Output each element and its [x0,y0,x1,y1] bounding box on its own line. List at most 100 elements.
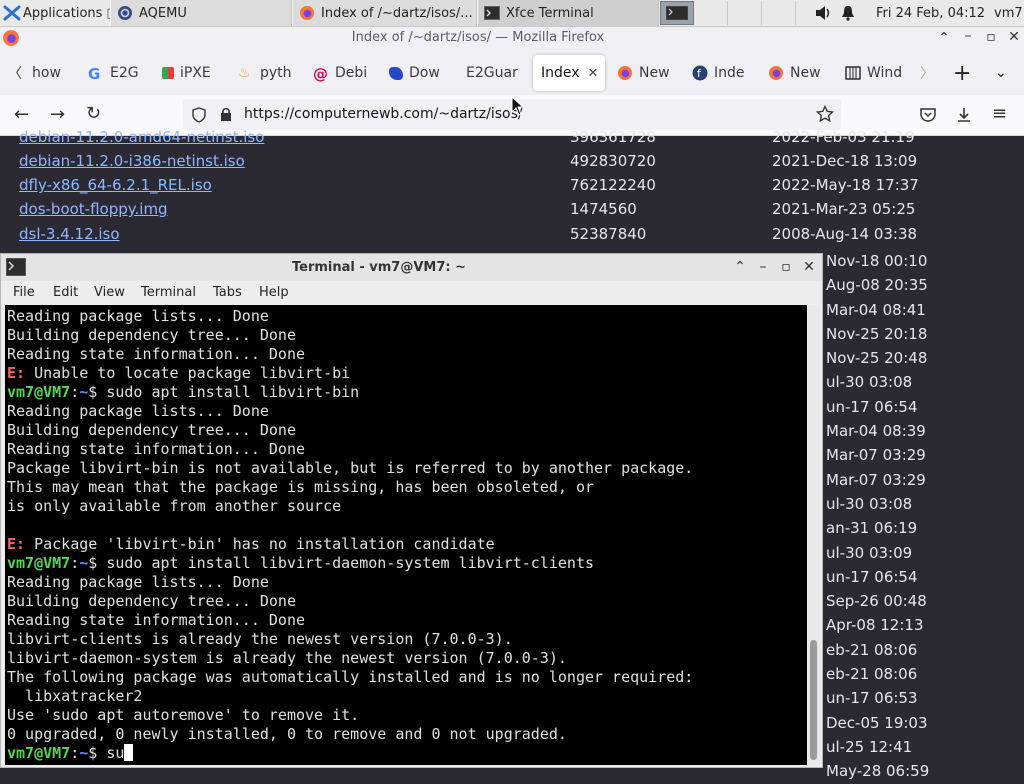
applications-menu[interactable]: Applications ▯ [0,0,110,26]
window-title: Index of /~dartz/isos/ — Mozilla Firefox [351,30,605,45]
file-link[interactable]: dfly-x86_64-6.2.1_REL.iso [19,176,212,194]
command-line: sudo apt install libvirt-daemon-system l… [97,554,595,572]
window-up-icon[interactable]: ⌃ [936,30,952,46]
scroll-tabs-right-icon[interactable]: 〉 [920,55,936,91]
close-button[interactable]: ✕ [801,259,817,275]
scrollbar-thumb[interactable] [810,640,817,760]
tab-close-icon[interactable]: ✕ [588,66,599,81]
output-line: Package libvirt-bin is not available, bu… [7,459,694,477]
file-link[interactable]: dsl-3.4.12.iso [19,225,120,243]
listing-row: dos-boot-floppy.img 1474560 2021-Mar-23 … [0,200,1024,224]
menu-help[interactable]: Help [259,285,289,300]
clock[interactable]: Fri 24 Feb, 04:12 [876,0,986,26]
output-line: libvirt-clients is already the newest ve… [7,630,513,648]
menu-edit[interactable]: Edit [53,285,78,300]
lock-icon[interactable] [219,106,233,122]
listing-row: dsl-3.4.12.iso 52387840 2008-Aug-14 03:3… [0,225,1024,249]
file-size: 1474560 [570,200,637,218]
tab-label: New [790,65,821,81]
debian-icon: @ [313,65,328,83]
fedora-icon: f [692,65,708,81]
file-date: 2022-May-18 17:37 [772,176,919,194]
aqemu-icon [118,6,132,20]
error-prefix: E: [7,535,26,553]
output-line: Building dependency tree... Done [7,421,296,439]
minimize-button[interactable]: – [960,28,976,44]
user-name[interactable]: vm7 [994,0,1024,26]
tab-debian[interactable]: @ Debi [313,55,371,91]
tab-download[interactable]: Dow [389,55,447,91]
volume-icon[interactable] [815,5,833,21]
tab-windows[interactable]: Wind [845,55,903,91]
terminal-titlebar[interactable]: Terminal - vm7@VM7: ~ ⌃ – ▫ ✕ [1,254,822,281]
tab-new-1[interactable]: New [617,55,673,91]
hamburger-menu-icon[interactable]: ≡ [992,103,1007,124]
terminal-scrollbar[interactable] [808,305,820,765]
tab-new-2[interactable]: New [768,55,824,91]
output-line: Reading state information... Done [7,345,306,363]
output-line: Reading state information... Done [7,611,306,629]
shield-icon[interactable] [191,107,207,123]
minimize-button[interactable]: – [755,259,771,275]
back-button[interactable]: ← [14,104,29,125]
workspace-1[interactable] [660,1,694,25]
prompt-user: vm7@VM7 [7,554,71,572]
workspace-3[interactable] [728,1,762,25]
forward-button[interactable]: → [50,104,65,125]
file-link[interactable]: dos-boot-floppy.img [19,200,168,218]
file-link[interactable]: debian-11.2.0-i386-netinst.iso [19,152,245,170]
file-date-fragment: Mar-04 08:41 [826,300,926,319]
tab-index-active[interactable]: Index ✕ [533,55,605,91]
task-xfce-terminal[interactable]: Xfce Terminal [477,0,659,26]
menu-terminal[interactable]: Terminal [141,285,196,300]
task-firefox-index[interactable]: Index of /~dartz/isos/... [292,0,477,26]
output-line: libvirt-daemon-system is already the new… [7,649,567,667]
terminal-title: Terminal - vm7@VM7: ~ [291,260,467,275]
tab-label: Debi [335,65,368,81]
task-label: AQEMU [139,5,187,21]
new-tab-button[interactable]: + [953,55,975,91]
pocket-icon[interactable] [919,106,937,124]
output-line: This may mean that the package is missin… [7,478,594,496]
workspace-2[interactable] [694,1,728,25]
workspace-switcher[interactable] [660,0,800,26]
output-line: libxatracker2 [7,687,143,705]
file-date-fragment: eb-21 08:06 [826,665,918,684]
tab-e2g[interactable]: G E2G [88,55,144,91]
file-date-fragment: Aug-08 20:35 [826,276,928,295]
file-date-fragment: May-28 06:59 [826,762,930,781]
maximize-button[interactable]: ▫ [983,29,999,45]
output-line: Package 'libvirt-bin' has no installatio… [25,535,495,553]
prompt-path: ~ [79,554,89,572]
tab-how[interactable]: 〈 how [8,55,64,91]
file-date-fragment: un-17 06:54 [826,397,918,416]
maximize-button[interactable]: ▫ [778,259,794,275]
file-date-fragment: un-17 06:54 [826,567,918,586]
downloads-icon[interactable] [955,106,973,124]
firefox-icon [618,66,632,80]
tab-python[interactable]: ♨ pyth [238,55,296,91]
terminal-output[interactable]: Reading package lists... Done Building d… [5,305,807,765]
menu-file[interactable]: File [13,285,35,300]
menu-tabs[interactable]: Tabs [213,285,242,300]
chevron-left-icon: 〈 [8,66,22,82]
window-up-icon[interactable]: ⌃ [732,259,748,275]
bookmark-star-icon[interactable] [816,105,834,123]
task-aqemu[interactable]: AQEMU [110,0,292,26]
close-button[interactable]: ✕ [1006,29,1022,45]
notification-bell-icon[interactable] [841,5,855,21]
file-link[interactable]: debian-11.2.0-amd64-netinst.iso [19,128,264,146]
file-date-fragment: Dec-05 19:03 [826,713,928,732]
reload-button[interactable]: ↻ [86,103,101,124]
tab-e2guardian[interactable]: E2Guar [466,55,522,91]
tab-index-fedora[interactable]: f Inde [692,55,748,91]
tab-ipxe[interactable]: iPXE [162,55,220,91]
menu-view[interactable]: View [94,285,125,300]
list-all-tabs-icon[interactable]: ⌄ [995,55,1015,91]
file-size: 492830720 [570,152,656,170]
task-label: Xfce Terminal [506,5,594,21]
current-input[interactable]: su [97,744,124,762]
firefox-titlebar: Index of /~dartz/isos/ — Mozilla Firefox… [0,27,1024,49]
workspace-4[interactable] [762,1,796,25]
google-icon: G [88,65,101,83]
